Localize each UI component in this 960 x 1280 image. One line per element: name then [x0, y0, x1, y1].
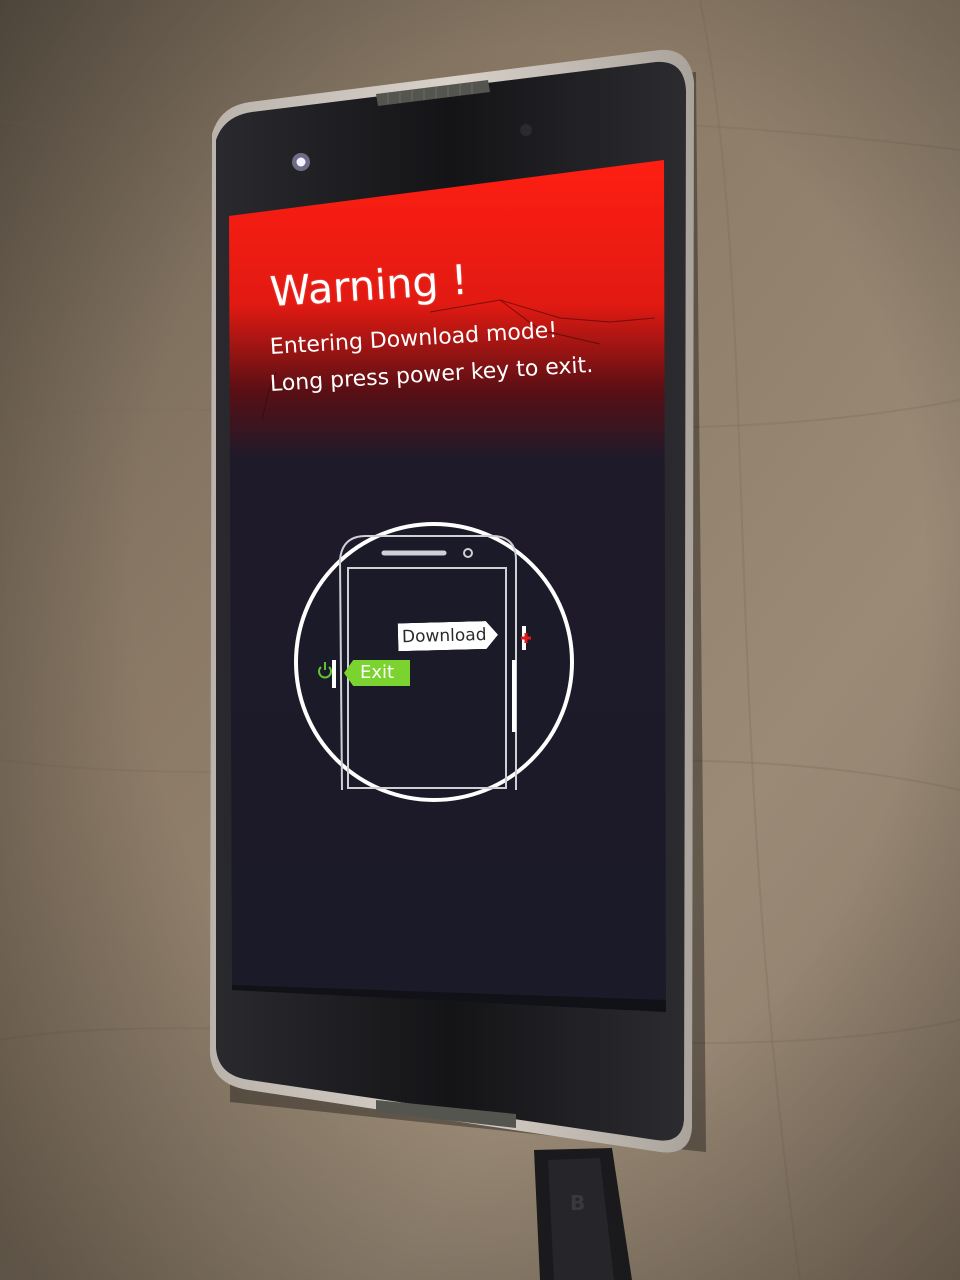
- exit-key-label: Exit: [344, 660, 410, 686]
- download-key-label: Download: [398, 621, 499, 652]
- front-camera: [520, 124, 532, 136]
- diagram-circle: [294, 522, 574, 802]
- photo-scene: B Warning ! Entering Download mode! Long…: [0, 0, 960, 1280]
- notification-led: [296, 157, 306, 167]
- svg-text:B: B: [570, 1191, 585, 1215]
